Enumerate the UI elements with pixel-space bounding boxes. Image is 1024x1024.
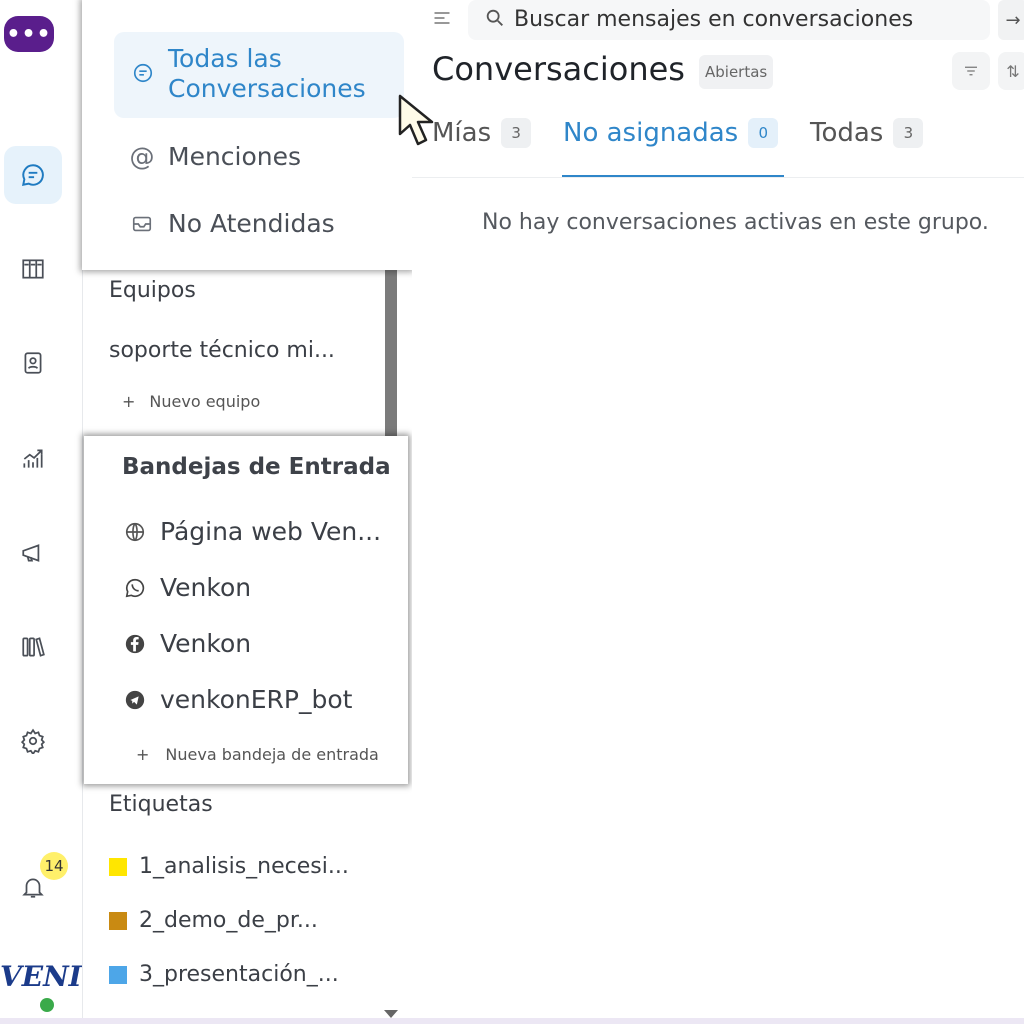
inbox-tray-icon	[130, 212, 154, 236]
label-item[interactable]: 2_demo_de_pr...	[109, 908, 318, 933]
page-title: Conversaciones	[432, 50, 685, 88]
globe-icon	[122, 519, 148, 545]
label-item-text: 2_demo_de_pr...	[139, 908, 318, 933]
library-nav-button[interactable]	[4, 618, 62, 676]
menu-toggle-icon[interactable]	[432, 8, 452, 28]
filter-button[interactable]	[952, 52, 990, 90]
label-item[interactable]: 3_presentación_...	[109, 962, 339, 987]
tabs-divider	[412, 177, 1024, 178]
conversations-nav-button[interactable]	[4, 146, 62, 204]
nav-all-conversations-label: Todas las Conversaciones	[168, 44, 366, 103]
app-logo-button[interactable]: •••	[4, 16, 54, 52]
new-inbox-label: Nueva bandeja de entrada	[165, 745, 379, 764]
tab-label: Todas	[810, 118, 884, 148]
plus-icon: +	[136, 745, 150, 764]
inbox-item-label: venkonERP_bot	[160, 685, 353, 714]
whatsapp-icon	[122, 575, 148, 601]
telegram-icon	[122, 687, 148, 713]
teams-section-title: Equipos	[109, 278, 196, 303]
contacts-nav-button[interactable]	[4, 334, 62, 392]
campaigns-nav-button[interactable]	[4, 524, 62, 582]
gear-icon	[20, 728, 46, 754]
tab-label: No asignadas	[563, 118, 739, 148]
tab-count-badge: 3	[501, 118, 532, 148]
primary-nav-rail: ••• 14 VENI	[0, 0, 82, 1024]
chat-bubble-icon	[22, 164, 44, 186]
mouse-cursor-icon	[398, 94, 434, 146]
chat-bubble-icon	[132, 62, 154, 84]
new-team-label: Nuevo equipo	[149, 392, 261, 411]
label-item-text: 3_presentación_...	[139, 962, 339, 987]
new-inbox-button[interactable]: + Nueva bandeja de entrada	[136, 745, 379, 764]
sort-arrows-icon: ⇅	[1006, 61, 1020, 81]
inbox-item-website[interactable]: Página web Ven...	[122, 517, 381, 546]
nav-mentions[interactable]: @ Menciones	[129, 142, 302, 171]
inbox-item-whatsapp[interactable]: Venkon	[122, 573, 251, 602]
label-color-swatch	[109, 911, 127, 930]
scroll-down-arrow[interactable]	[384, 1010, 398, 1018]
status-filter-badge[interactable]: Abiertas	[699, 55, 774, 89]
filter-icon	[965, 66, 977, 76]
facebook-icon	[122, 631, 148, 657]
inbox-item-label: Venkon	[160, 629, 252, 658]
nav-unattended[interactable]: No Atendidas	[130, 209, 335, 238]
tab-unassigned[interactable]: No asignadas 0	[563, 118, 779, 148]
conversation-list-pane	[412, 0, 1024, 1024]
bell-icon	[22, 878, 44, 898]
nav-unattended-label: No Atendidas	[168, 209, 335, 238]
inboxes-panel	[84, 436, 408, 784]
inbox-item-facebook[interactable]: Venkon	[122, 629, 251, 658]
new-team-button[interactable]: + Nuevo equipo	[122, 392, 260, 411]
library-icon	[22, 637, 45, 657]
team-item[interactable]: soporte técnico mi...	[109, 338, 335, 363]
settings-nav-button[interactable]	[4, 712, 62, 770]
empty-state-message: No hay conversaciones activas en este gr…	[482, 210, 989, 235]
notifications-count-badge: 14	[40, 852, 68, 880]
nav-mentions-label: Menciones	[168, 142, 302, 171]
labels-section-title: Etiquetas	[109, 792, 213, 817]
tab-all[interactable]: Todas 3	[810, 118, 924, 148]
label-item[interactable]: 1_analisis_necesi...	[109, 854, 349, 879]
label-color-swatch	[109, 857, 127, 876]
bottom-edge-bar	[0, 1018, 1024, 1024]
search-icon	[484, 7, 506, 29]
online-status-dot	[40, 998, 54, 1012]
at-sign-icon: @	[129, 142, 155, 171]
plus-icon: +	[122, 392, 136, 411]
sort-button[interactable]: ⇅	[998, 52, 1024, 90]
reports-nav-button[interactable]	[4, 430, 62, 488]
inbox-item-telegram[interactable]: venkonERP_bot	[122, 685, 352, 714]
kanban-nav-button[interactable]	[4, 240, 62, 298]
board-icon	[22, 259, 44, 279]
contact-book-icon	[24, 352, 42, 374]
tab-count-badge: 3	[893, 118, 924, 148]
inbox-item-label: Venkon	[160, 573, 252, 602]
inboxes-section-title: Bandejas de Entrada	[122, 454, 391, 480]
search-input[interactable]	[514, 4, 974, 34]
label-item-text: 1_analisis_necesi...	[139, 854, 349, 879]
label-color-swatch	[109, 965, 127, 984]
inbox-item-label: Página web Ven...	[160, 517, 382, 546]
chart-trend-icon	[23, 449, 43, 468]
tab-mine[interactable]: Mías 3	[432, 118, 532, 148]
megaphone-icon	[22, 544, 40, 562]
arrow-right-icon[interactable]: →	[998, 0, 1024, 40]
tab-count-badge: 0	[748, 118, 779, 148]
